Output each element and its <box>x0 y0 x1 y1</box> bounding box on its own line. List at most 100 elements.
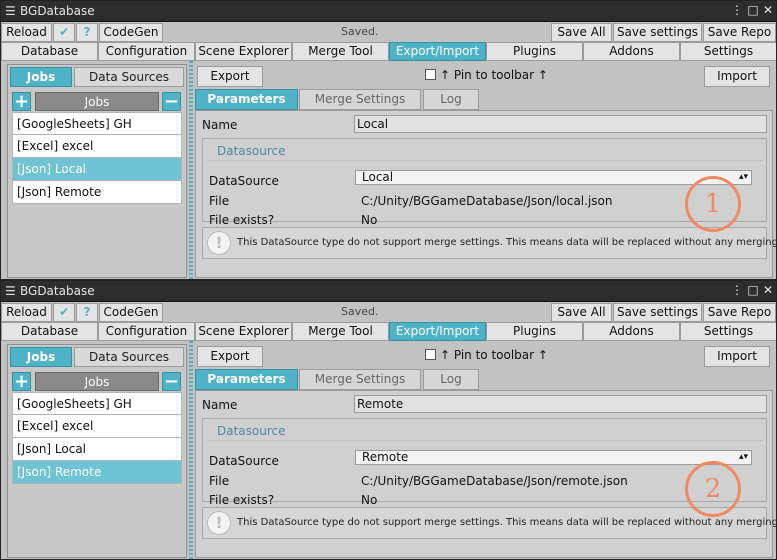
reload-button[interactable]: Reload <box>1 23 52 42</box>
save-settings-button[interactable]: Save settings <box>613 303 702 322</box>
save-all-button[interactable]: Save All <box>551 303 612 322</box>
menu-lines-icon[interactable]: ☰ <box>5 284 16 298</box>
menu-lines-icon[interactable]: ☰ <box>5 4 16 18</box>
datasource-select[interactable]: Remote ▴▾ <box>355 450 752 465</box>
tab-database[interactable]: Database <box>1 322 98 341</box>
tab-plugins[interactable]: Plugins <box>486 322 583 341</box>
tab-export-import[interactable]: Export/Import <box>389 42 486 61</box>
jobs-panel: Jobs Data Sources + Jobs − [GoogleSheets… <box>7 64 187 278</box>
datasource-header: Datasource <box>207 423 762 441</box>
export-button[interactable]: Export <box>197 346 263 367</box>
tab-parameters[interactable]: Parameters <box>195 369 298 390</box>
minus-icon[interactable]: − <box>162 92 181 111</box>
step-badge: 2 <box>685 461 741 517</box>
datasource-select-value: Local <box>362 170 394 184</box>
tab-addons[interactable]: Addons <box>583 42 680 61</box>
info-message: ! This DataSource type do not support me… <box>202 507 776 539</box>
pin-to-toolbar-checkbox[interactable]: ↑ Pin to toolbar ↑ <box>425 348 548 362</box>
datasource-select[interactable]: Local ▴▾ <box>355 170 752 185</box>
tab-log[interactable]: Log <box>423 89 479 110</box>
file-exists-label: File exists? <box>209 213 275 227</box>
question-icon[interactable]: ? <box>76 303 98 322</box>
list-item[interactable]: [Json] Remote <box>12 461 182 484</box>
list-item[interactable]: [Json] Local <box>12 438 182 461</box>
save-all-button[interactable]: Save All <box>551 23 612 42</box>
tab-addons[interactable]: Addons <box>583 322 680 341</box>
list-item[interactable]: [GoogleSheets] GH <box>12 392 182 415</box>
tab-log[interactable]: Log <box>423 369 479 390</box>
tab-jobs[interactable]: Jobs <box>10 347 72 367</box>
close-icon[interactable]: ✕ <box>761 3 775 17</box>
list-item[interactable]: [Json] Remote <box>12 181 182 204</box>
name-field[interactable]: Local <box>354 115 767 133</box>
tab-configuration[interactable]: Configuration <box>98 322 195 341</box>
export-button[interactable]: Export <box>197 66 263 87</box>
codegen-button[interactable]: CodeGen <box>99 23 163 42</box>
checkbox-icon[interactable] <box>425 69 436 80</box>
datasource-label: DataSource <box>209 454 279 468</box>
info-text: This DataSource type do not support merg… <box>237 237 777 248</box>
close-icon[interactable]: ✕ <box>761 283 775 297</box>
tab-plugins[interactable]: Plugins <box>486 42 583 61</box>
datasource-section: Datasource DataSource Local ▴▾ File C:/Un… <box>202 138 767 227</box>
bgdatabase-window-2: ☰ BGDatabase ⋮ □ ✕ Reload ✔ ? CodeGen Sa… <box>0 280 777 560</box>
save-status: Saved. <box>341 305 379 318</box>
question-icon[interactable]: ? <box>76 23 98 42</box>
window-title: BGDatabase <box>20 284 95 298</box>
checkbox-icon[interactable] <box>425 349 436 360</box>
pin-label: ↑ Pin to toolbar ↑ <box>440 348 548 362</box>
save-repo-button[interactable]: Save Repo <box>703 303 776 322</box>
codegen-button[interactable]: CodeGen <box>99 303 163 322</box>
list-item[interactable]: [Excel] excel <box>12 415 182 438</box>
tab-merge-tool[interactable]: Merge Tool <box>292 42 389 61</box>
pin-label: ↑ Pin to toolbar ↑ <box>440 68 548 82</box>
pin-to-toolbar-checkbox[interactable]: ↑ Pin to toolbar ↑ <box>425 68 548 82</box>
tab-data-sources[interactable]: Data Sources <box>74 347 184 367</box>
panel-splitter[interactable] <box>189 61 193 279</box>
tab-configuration[interactable]: Configuration <box>98 42 195 61</box>
more-options-icon[interactable]: ⋮ <box>730 283 744 297</box>
name-label: Name <box>202 118 238 132</box>
plus-icon[interactable]: + <box>12 372 31 391</box>
tab-merge-settings[interactable]: Merge Settings <box>299 89 421 110</box>
tab-scene-explorer[interactable]: Scene Explorer <box>195 42 292 61</box>
tab-settings[interactable]: Settings <box>680 322 776 341</box>
jobs-header-title: Jobs <box>35 92 159 111</box>
datasource-select-value: Remote <box>362 450 409 464</box>
plus-icon[interactable]: + <box>12 92 31 111</box>
maximize-icon[interactable]: □ <box>746 283 760 297</box>
jobs-panel: Jobs Data Sources + Jobs − [GoogleSheets… <box>7 344 187 558</box>
tab-merge-settings[interactable]: Merge Settings <box>299 369 421 390</box>
name-field[interactable]: Remote <box>354 395 767 413</box>
tab-parameters[interactable]: Parameters <box>195 89 298 110</box>
save-repo-button[interactable]: Save Repo <box>703 23 776 42</box>
more-options-icon[interactable]: ⋮ <box>730 3 744 17</box>
save-settings-button[interactable]: Save settings <box>613 23 702 42</box>
list-item[interactable]: [GoogleSheets] GH <box>12 112 182 135</box>
checkmark-icon[interactable]: ✔ <box>53 303 75 322</box>
dropdown-arrow-icon: ▴▾ <box>738 172 748 182</box>
minus-icon[interactable]: − <box>162 372 181 391</box>
checkmark-icon[interactable]: ✔ <box>53 23 75 42</box>
save-status: Saved. <box>341 25 379 38</box>
import-button[interactable]: Import <box>704 346 770 367</box>
tab-export-import[interactable]: Export/Import <box>389 322 486 341</box>
tab-scene-explorer[interactable]: Scene Explorer <box>195 322 292 341</box>
file-path: C:/Unity/BGGameDatabase/Json/remote.json <box>361 474 628 488</box>
tab-merge-tool[interactable]: Merge Tool <box>292 322 389 341</box>
title-bar: ☰ BGDatabase ⋮ □ ✕ <box>1 1 776 22</box>
file-label: File <box>209 474 230 488</box>
tab-settings[interactable]: Settings <box>680 42 776 61</box>
import-button[interactable]: Import <box>704 66 770 87</box>
tab-data-sources[interactable]: Data Sources <box>74 67 184 87</box>
datasource-header-label: Datasource <box>217 144 286 158</box>
reload-button[interactable]: Reload <box>1 303 52 322</box>
list-item[interactable]: [Excel] excel <box>12 135 182 158</box>
panel-splitter[interactable] <box>189 341 193 559</box>
datasource-label: DataSource <box>209 174 279 188</box>
tab-jobs[interactable]: Jobs <box>10 67 72 87</box>
maximize-icon[interactable]: □ <box>746 3 760 17</box>
list-item[interactable]: [Json] Local <box>12 158 182 181</box>
name-label: Name <box>202 398 238 412</box>
tab-database[interactable]: Database <box>1 42 98 61</box>
